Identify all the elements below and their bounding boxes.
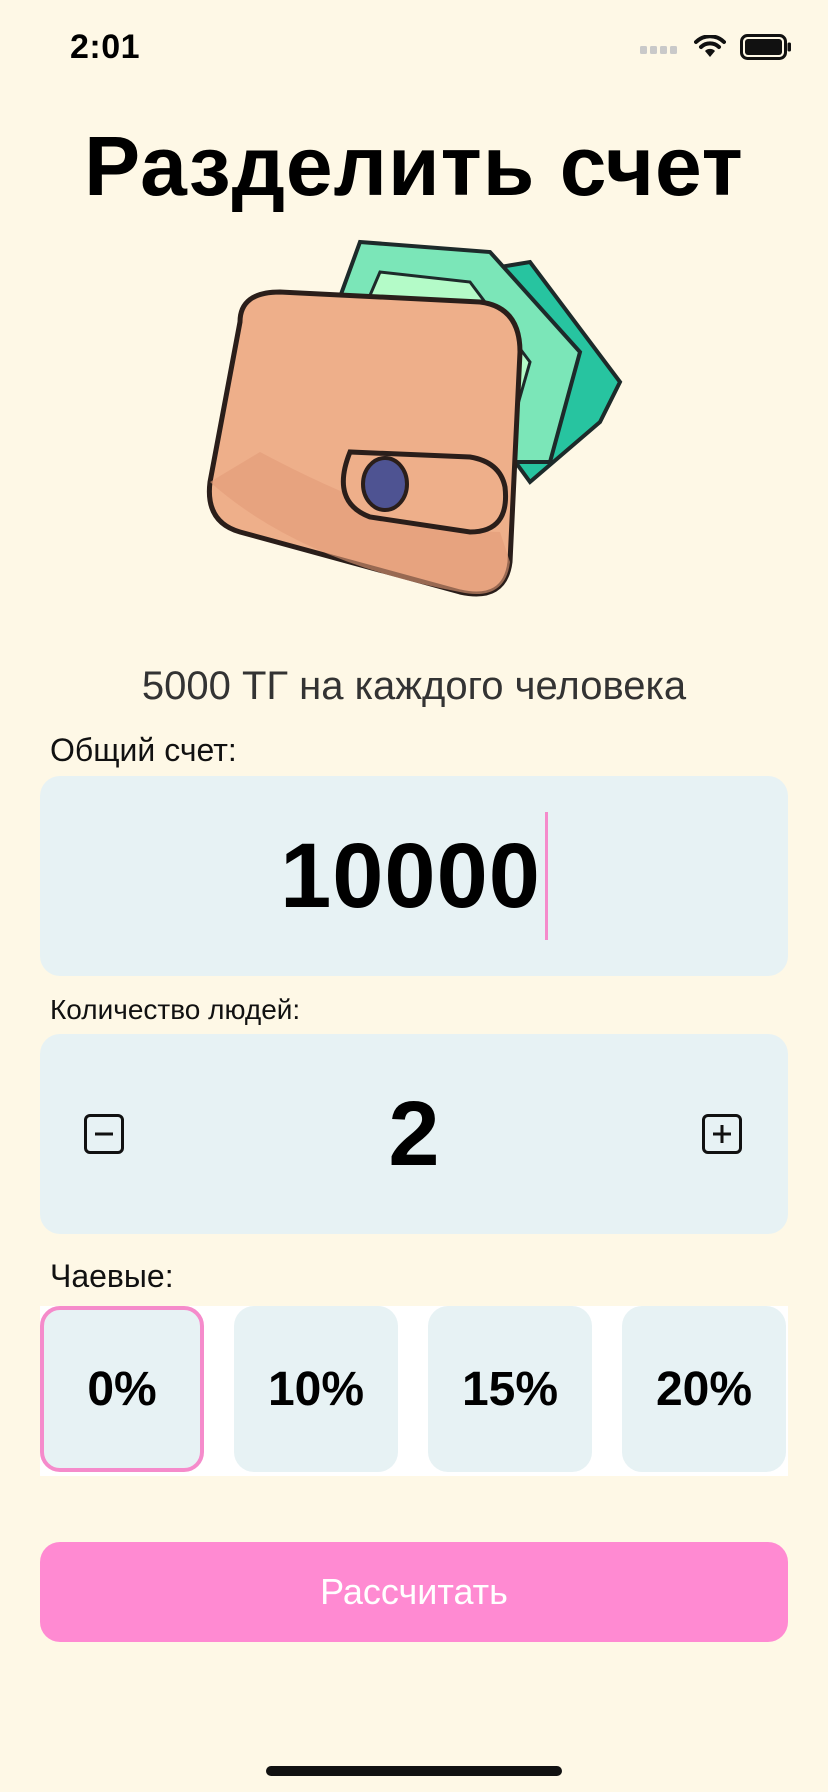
status-icons — [640, 34, 792, 60]
people-count-value: 2 — [388, 1083, 440, 1185]
home-indicator — [266, 1766, 562, 1776]
page-title: Разделить счет — [84, 119, 744, 213]
plus-icon — [713, 1125, 731, 1143]
total-bill-value[interactable]: 10000 — [280, 824, 541, 929]
total-bill-input[interactable]: 10000 — [40, 776, 788, 976]
per-person-amount: 5000 ТГ на каждого человека — [141, 664, 687, 708]
people-count-label: Количество людей: — [50, 994, 301, 1025]
increase-people-button[interactable] — [702, 1114, 742, 1154]
tips-label: Чаевые: — [50, 1258, 174, 1294]
wifi-icon — [694, 35, 726, 57]
wallet-illustration — [206, 239, 623, 597]
tip-option-10[interactable]: 10% — [234, 1306, 398, 1472]
people-count-stepper: 2 — [40, 1034, 788, 1234]
tip-option-20[interactable]: 20% — [622, 1306, 786, 1472]
status-time: 2:01 — [70, 28, 141, 66]
calculate-button[interactable]: Рассчитать — [40, 1542, 788, 1642]
tip-option-0[interactable]: 0% — [40, 1306, 204, 1472]
tips-segmented-control: 0% 10% 15% 20% — [40, 1306, 788, 1476]
cellular-signal-icon — [640, 46, 677, 54]
text-caret — [544, 812, 548, 940]
battery-icon — [740, 34, 791, 60]
tip-option-15[interactable]: 15% — [428, 1306, 592, 1472]
total-bill-label: Общий счет: — [50, 732, 237, 768]
